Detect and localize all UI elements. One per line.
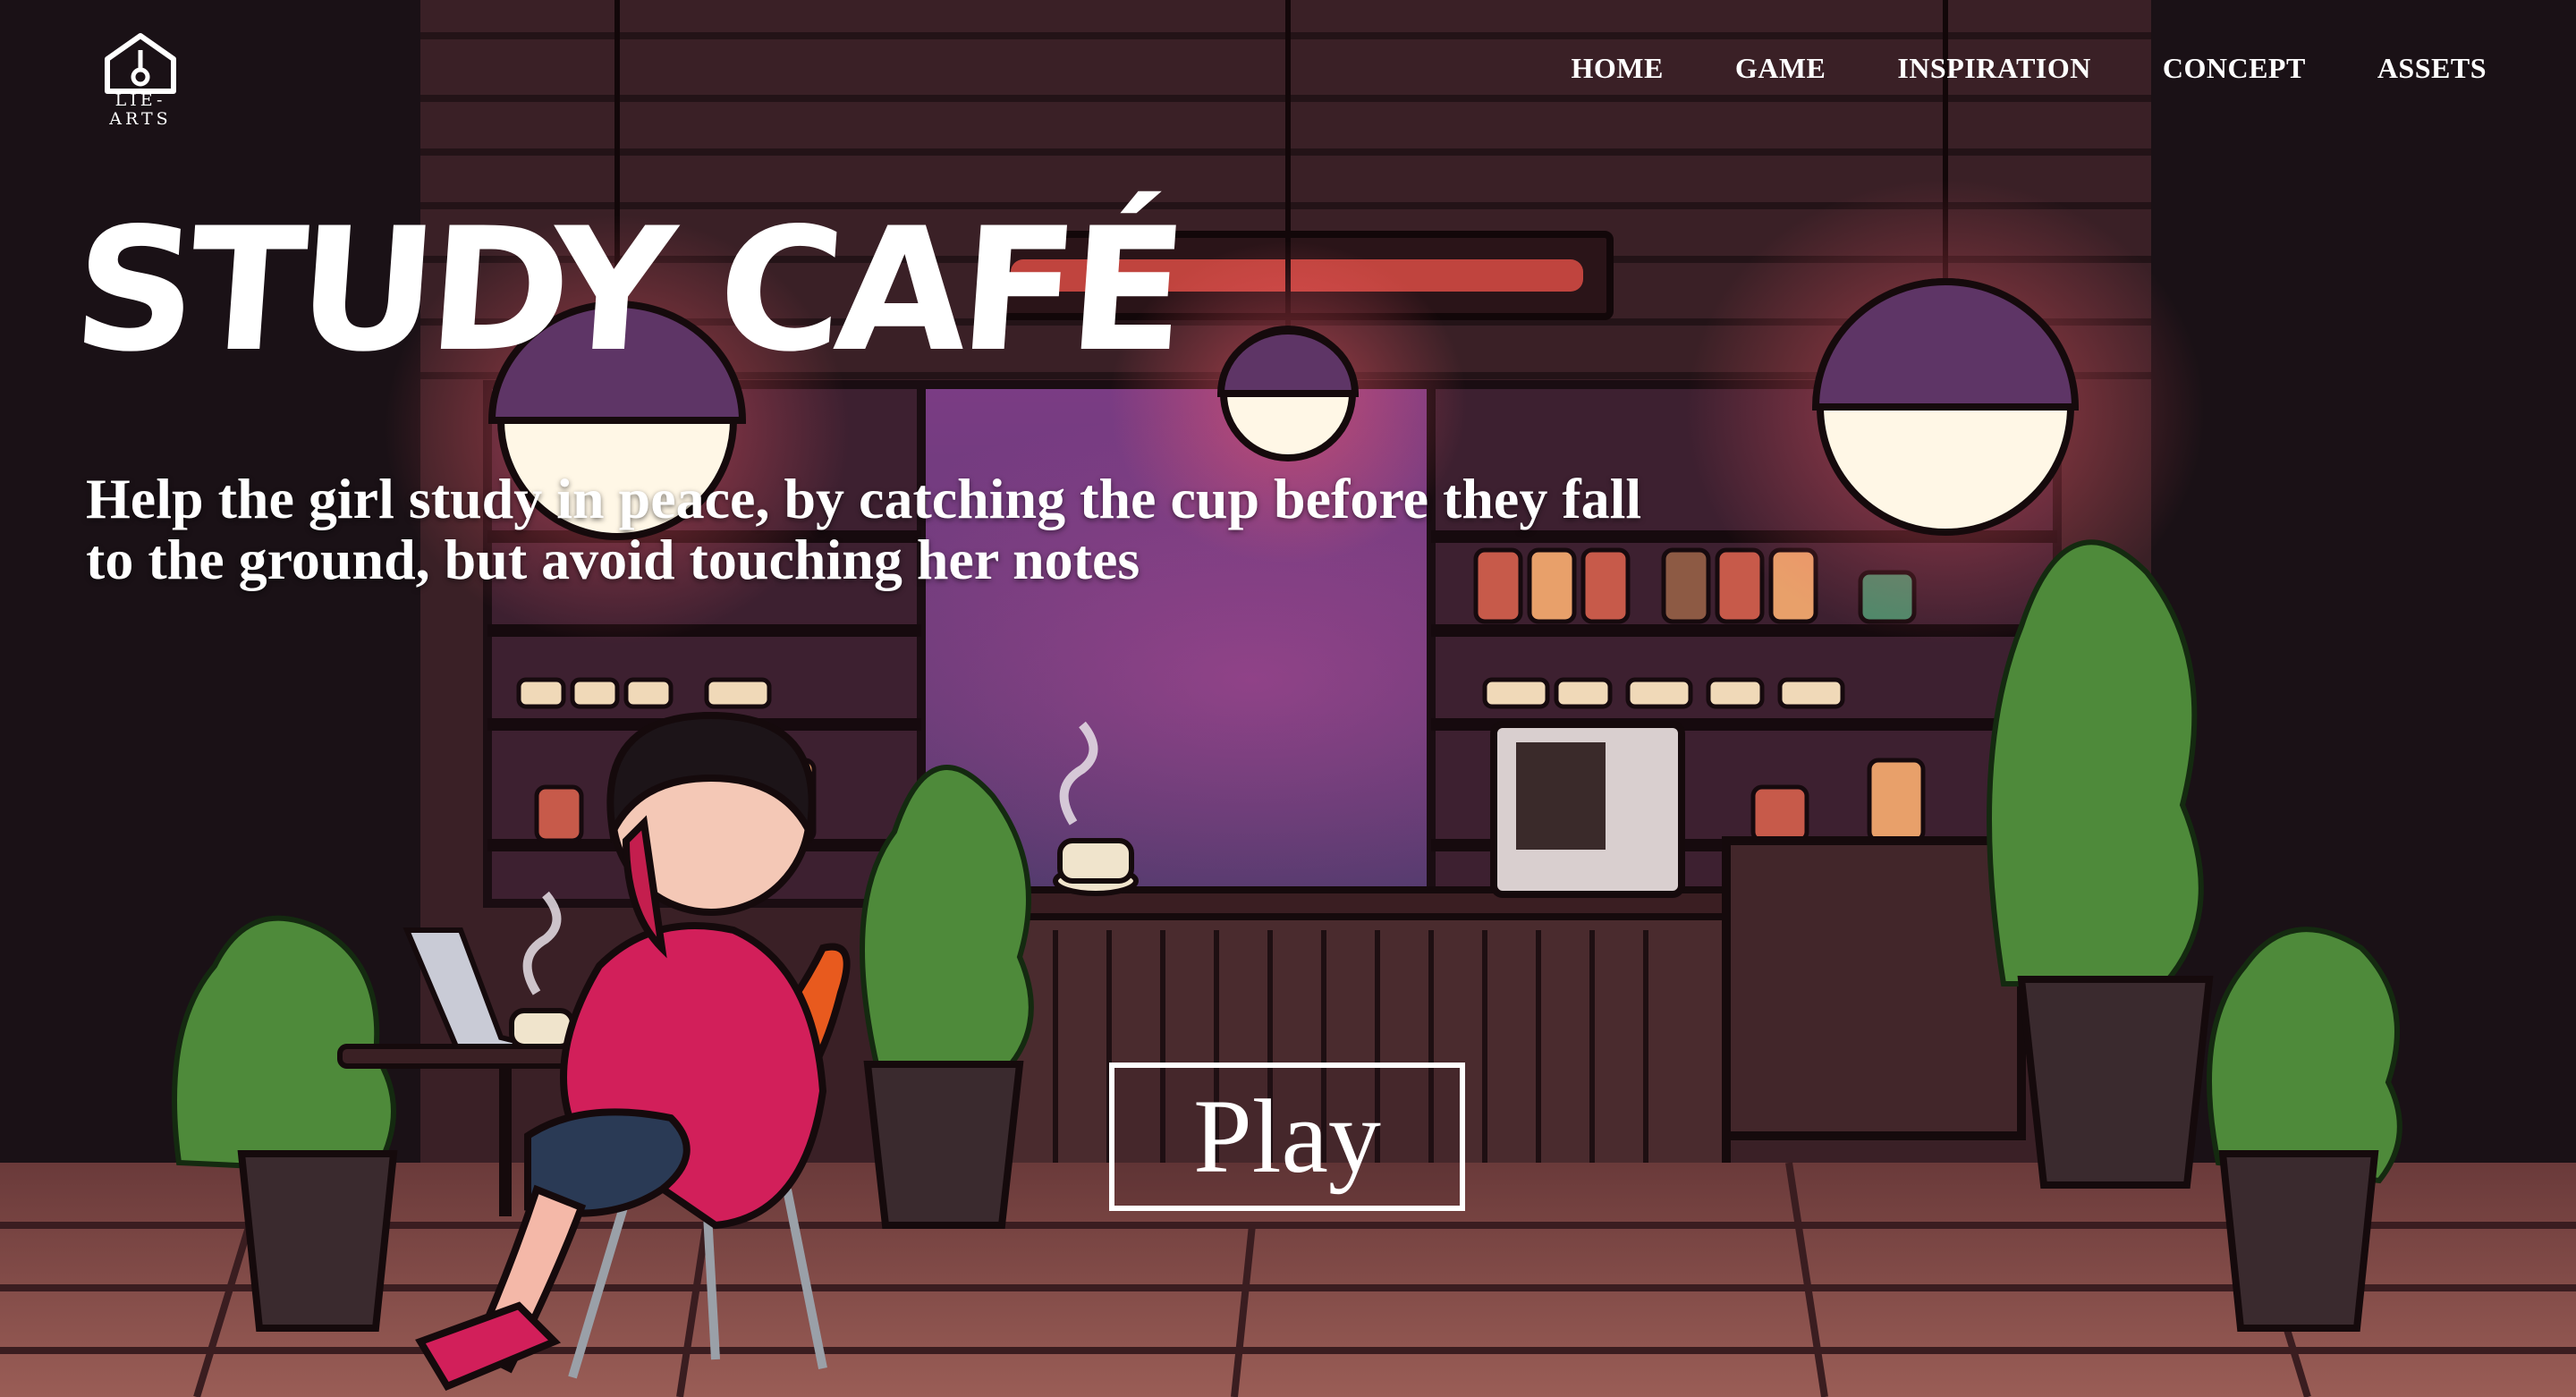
nav-concept-link[interactable]: CONCEPT bbox=[2163, 52, 2306, 85]
nav-game-link[interactable]: GAME bbox=[1735, 52, 1826, 85]
nav-home-link[interactable]: HOME bbox=[1571, 52, 1663, 85]
hero-subtitle-line-2: to the ground, but avoid touching her no… bbox=[86, 528, 1140, 591]
play-button[interactable]: Play bbox=[1109, 1063, 1465, 1211]
nav-inspiration-link[interactable]: INSPIRATION bbox=[1897, 52, 2091, 85]
hero-title: STUDY CAFÉ bbox=[68, 179, 1186, 420]
logo-text: LIE- ARTS bbox=[109, 90, 172, 129]
page: LIE- ARTS HOME GAME INSPIRATION CONCEPT … bbox=[0, 0, 2576, 1397]
hero-subtitle-line-1: Help the girl study in peace, by catchin… bbox=[86, 467, 1642, 530]
hero-title-text: STUDY CAFÉ bbox=[68, 190, 1186, 389]
nav-assets-link[interactable]: ASSETS bbox=[2377, 52, 2487, 85]
hero-subtitle: Help the girl study in peace, by catchin… bbox=[86, 469, 1785, 590]
lie-arts-logo[interactable]: LIE- ARTS bbox=[100, 32, 181, 136]
house-pendant-icon bbox=[105, 33, 176, 94]
main-nav: HOME GAME INSPIRATION CONCEPT ASSETS bbox=[1571, 52, 2487, 85]
